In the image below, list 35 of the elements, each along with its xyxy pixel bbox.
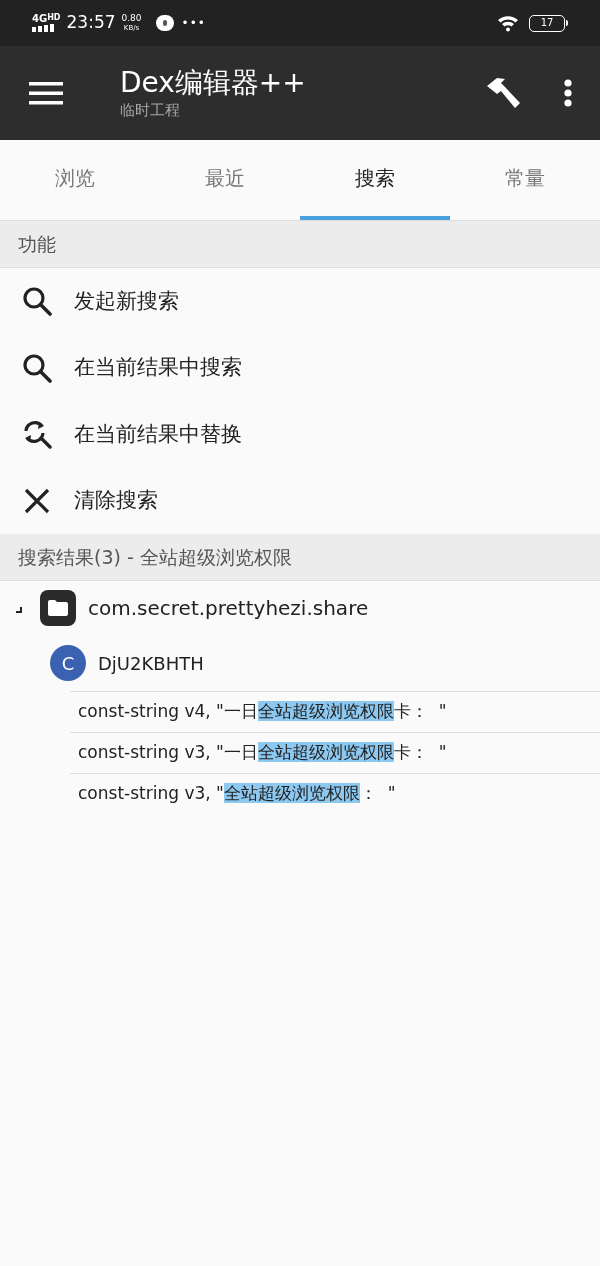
function-item[interactable]: 清除搜索 <box>0 467 600 534</box>
code-line[interactable]: const-string v3, "全站超级浏览权限： " <box>78 781 396 807</box>
tab[interactable]: 常量 <box>450 140 600 220</box>
folder-icon <box>40 590 76 626</box>
hammer-icon <box>485 77 521 109</box>
section-header: 搜索结果(3) - 全站超级浏览权限 <box>18 544 292 570</box>
search-icon <box>22 352 52 383</box>
tab[interactable]: 浏览 <box>0 140 150 220</box>
menu-icon <box>29 81 63 105</box>
section-header: 功能 <box>18 231 56 257</box>
search-replace-icon <box>22 419 52 450</box>
class-name[interactable]: DjU2KBHTH <box>98 649 204 677</box>
function-item[interactable]: 在当前结果中替换 <box>0 401 600 468</box>
more-options-icon <box>564 79 572 107</box>
package-name[interactable]: com.secret.prettyhezi.share <box>88 593 369 623</box>
code-line[interactable]: const-string v4, "一日全站超级浏览权限卡： " <box>78 699 447 725</box>
close-icon <box>24 487 50 514</box>
function-item[interactable]: 发起新搜索 <box>0 268 600 335</box>
class-badge: C <box>50 645 86 681</box>
network-label: 4G <box>32 14 48 24</box>
wifi-icon <box>497 14 521 32</box>
app-subtitle: 临时工程 <box>120 100 181 120</box>
app-title: Dex编辑器++ <box>120 66 307 100</box>
app-notification-icon <box>155 15 174 31</box>
network-sub-label: HD <box>47 14 61 22</box>
code-line[interactable]: const-string v3, "一日全站超级浏览权限卡： " <box>78 740 447 766</box>
search-icon <box>22 286 52 317</box>
speed-value: 0.80 <box>121 14 142 23</box>
tab[interactable]: 最近 <box>150 140 300 220</box>
more-notifications-label: ••• <box>181 15 206 32</box>
expand-indicator-icon[interactable] <box>16 607 22 613</box>
battery-indicator: 17 <box>529 14 565 32</box>
signal-icon <box>32 24 56 32</box>
function-item[interactable]: 在当前结果中搜索 <box>0 334 600 401</box>
clock: 23:57 <box>66 11 116 35</box>
